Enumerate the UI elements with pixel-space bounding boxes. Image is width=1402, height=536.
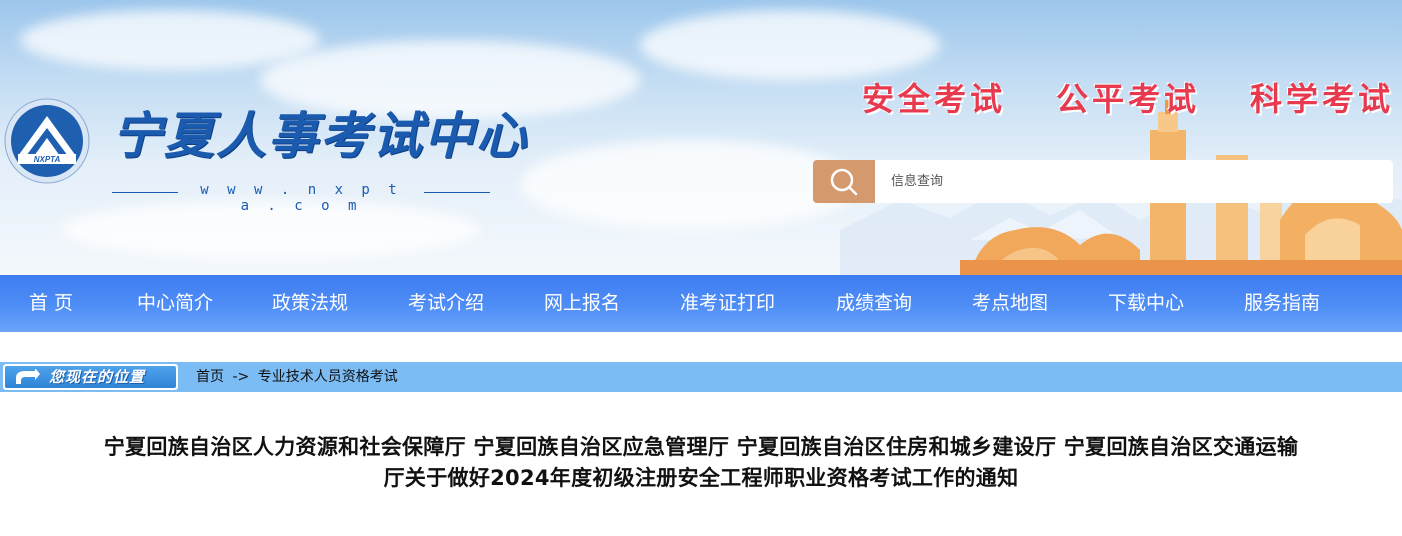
breadcrumb: 您现在的位置 首页 -> 专业技术人员资格考试 bbox=[0, 362, 1402, 392]
divider bbox=[112, 192, 178, 193]
breadcrumb-trail: 首页 -> 专业技术人员资格考试 bbox=[196, 362, 402, 392]
nav-item-service-guide[interactable]: 服务指南 bbox=[1244, 275, 1320, 332]
slogan-science: 科学考试 bbox=[1250, 80, 1395, 118]
location-tag: 您现在的位置 bbox=[3, 364, 178, 390]
site-url-row: w w w . n x p t a . c o m bbox=[112, 182, 490, 214]
logo-text: NXPTA bbox=[34, 155, 61, 164]
breadcrumb-current[interactable]: 专业技术人员资格考试 bbox=[258, 369, 398, 385]
location-label: 您现在的位置 bbox=[49, 368, 146, 386]
nav-item-policy[interactable]: 政策法规 bbox=[272, 275, 348, 332]
nxpta-logo: NXPTA bbox=[4, 98, 90, 184]
nav-item-registration[interactable]: 网上报名 bbox=[544, 275, 620, 332]
nav-item-exam-map[interactable]: 考点地图 bbox=[972, 275, 1048, 332]
article-title-line-1: 宁夏回族自治区人力资源和社会保障厅 宁夏回族自治区应急管理厅 宁夏回族自治区住房… bbox=[103, 435, 1299, 459]
site-header: NXPTA 宁夏人事考试中心 w w w . n x p t a . c o m… bbox=[0, 0, 1402, 275]
search-input[interactable] bbox=[875, 160, 1393, 203]
nav-item-score-query[interactable]: 成绩查询 bbox=[836, 275, 912, 332]
breadcrumb-separator: -> bbox=[232, 369, 250, 385]
search-button[interactable] bbox=[813, 160, 875, 203]
cloud-decoration bbox=[20, 10, 320, 70]
site-url: w w w . n x p t a . c o m bbox=[200, 182, 402, 214]
nav-item-about[interactable]: 中心简介 bbox=[137, 275, 213, 332]
search-icon bbox=[830, 168, 858, 195]
article-title: 宁夏回族自治区人力资源和社会保障厅 宁夏回族自治区应急管理厅 宁夏回族自治区住房… bbox=[0, 432, 1402, 494]
main-nav: 首 页 中心简介 政策法规 考试介绍 网上报名 准考证打印 成绩查询 考点地图 … bbox=[0, 275, 1402, 332]
breadcrumb-home-link[interactable]: 首页 bbox=[196, 369, 224, 385]
slogan-safe: 安全考试 bbox=[862, 80, 1007, 118]
divider bbox=[424, 192, 490, 193]
nav-item-admission-ticket[interactable]: 准考证打印 bbox=[680, 275, 775, 332]
slogans: 安全考试 公平考试 科学考试 bbox=[862, 74, 1402, 120]
location-arrow-icon bbox=[16, 369, 40, 384]
nav-item-downloads[interactable]: 下载中心 bbox=[1108, 275, 1184, 332]
nav-item-exam-intro[interactable]: 考试介绍 bbox=[408, 275, 484, 332]
cloud-decoration bbox=[640, 10, 940, 80]
site-title: 宁夏人事考试中心 bbox=[112, 106, 528, 165]
slogan-fair: 公平考试 bbox=[1056, 80, 1201, 118]
article-title-line-2: 厅关于做好2024年度初级注册安全工程师职业资格考试工作的通知 bbox=[383, 466, 1019, 490]
cloud-decoration bbox=[520, 140, 860, 230]
search-box bbox=[813, 160, 1393, 203]
nav-item-home[interactable]: 首 页 bbox=[29, 275, 73, 332]
